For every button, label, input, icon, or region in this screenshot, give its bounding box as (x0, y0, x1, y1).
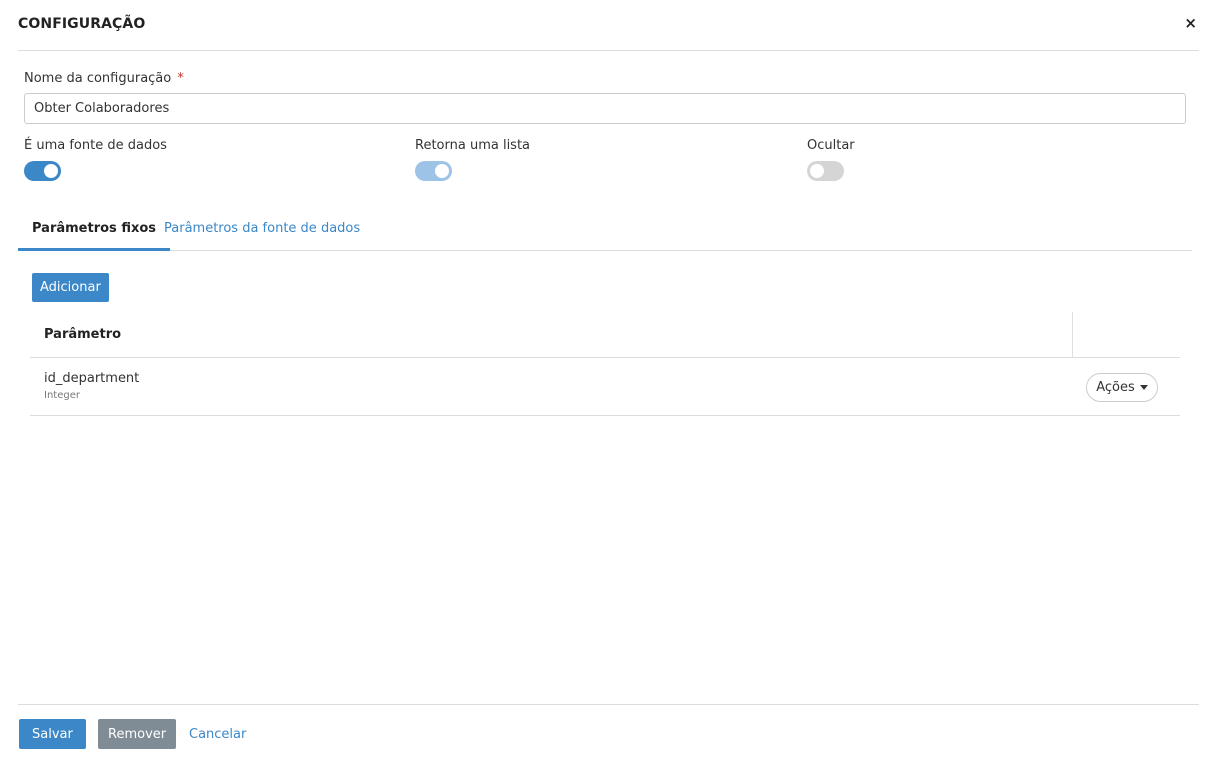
toggle-returns-list[interactable] (415, 161, 452, 181)
param-name: id_department (44, 371, 140, 386)
save-button[interactable]: Salvar (19, 719, 86, 749)
dialog-footer: Salvar Remover Cancelar (18, 704, 1199, 760)
config-name-input[interactable] (24, 93, 1186, 124)
toggle-group-returns-list: Retorna uma lista (415, 138, 531, 181)
column-header-param: Parâmetro (44, 327, 122, 342)
toggle-label-returns-list: Retorna uma lista (415, 138, 531, 153)
column-divider (1072, 312, 1073, 358)
params-table: Parâmetro id_department Integer Ações (30, 312, 1180, 416)
config-name-label-text: Nome da configuração (24, 71, 172, 86)
toggle-hide[interactable] (807, 161, 844, 181)
toggle-label-data-source: É uma fonte de dados (24, 138, 167, 153)
toggle-data-source[interactable] (24, 161, 61, 181)
actions-label: Ações (1096, 380, 1135, 395)
remove-button[interactable]: Remover (98, 719, 177, 749)
toggle-knob (44, 164, 58, 178)
actions-dropdown-button[interactable]: Ações (1086, 373, 1158, 402)
table-row: id_department Integer Ações (30, 358, 1180, 416)
required-mark: * (177, 71, 184, 86)
tab-fixed-params[interactable]: Parâmetros fixos (18, 208, 171, 251)
table-header: Parâmetro (30, 312, 1180, 358)
config-name-label: Nome da configuração * (24, 71, 184, 86)
tab-bar: Parâmetros fixos Parâmetros da fonte de … (18, 208, 1192, 251)
toggle-label-hide: Ocultar (807, 138, 855, 153)
cancel-link[interactable]: Cancelar (189, 727, 246, 742)
dialog-header: CONFIGURAÇÃO × (18, 0, 1199, 51)
add-button[interactable]: Adicionar (32, 273, 109, 302)
caret-down-icon (1139, 385, 1148, 390)
toggle-group-hide: Ocultar (807, 138, 855, 181)
toggle-knob (810, 164, 824, 178)
tab-data-source-params[interactable]: Parâmetros da fonte de dados (150, 208, 374, 251)
param-type: Integer (44, 390, 80, 401)
toggle-knob (435, 164, 449, 178)
toggle-group-data-source: É uma fonte de dados (24, 138, 167, 181)
dialog-title: CONFIGURAÇÃO (18, 16, 146, 32)
close-icon[interactable]: × (1184, 14, 1197, 32)
